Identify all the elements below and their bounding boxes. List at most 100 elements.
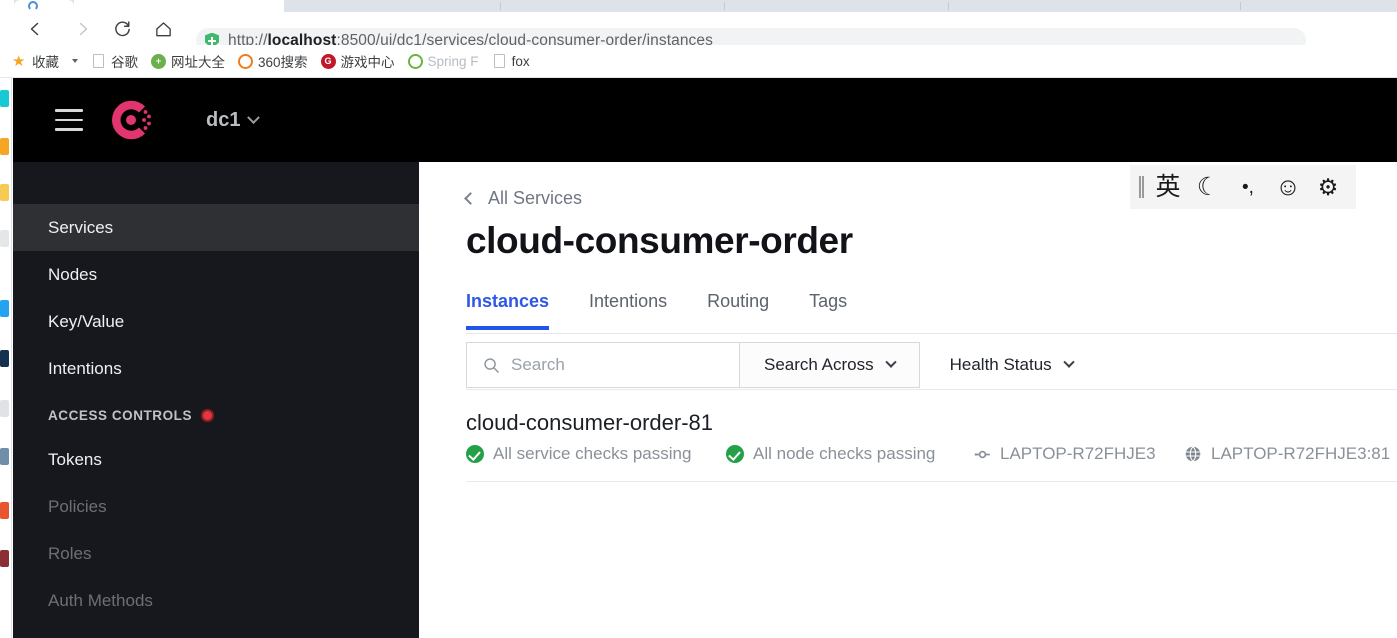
tab-label: Instances xyxy=(466,291,550,311)
search-input-placeholder: Search xyxy=(511,355,565,374)
game-center-icon: G xyxy=(320,53,336,69)
back-button[interactable] xyxy=(22,16,48,42)
bookmark-label: 360搜索 xyxy=(258,55,308,70)
bookmark-spring[interactable]: Spring F xyxy=(407,53,479,69)
datacenter-selector[interactable]: dc1 xyxy=(206,108,261,132)
page-icon xyxy=(93,54,104,68)
star-icon: ★ xyxy=(12,52,26,70)
sidebar-item-roles[interactable]: Roles xyxy=(13,530,419,577)
ime-language-toggle[interactable]: 英 xyxy=(1151,169,1185,205)
back-arrow-icon xyxy=(30,22,39,36)
sidebar-item-label: Intentions xyxy=(48,358,122,378)
instance-row[interactable]: cloud-consumer-order-81 All service chec… xyxy=(466,410,1397,482)
browser-side-panel[interactable] xyxy=(0,78,12,638)
sidebar-item-tokens[interactable]: Tokens xyxy=(13,436,419,483)
browser-tab-active[interactable] xyxy=(14,0,74,12)
tab-separator xyxy=(500,2,501,10)
bookmark-hao123[interactable]: + 网址大全 xyxy=(151,51,225,71)
page-icon xyxy=(493,54,505,68)
bookmark-360-search[interactable]: 360搜索 xyxy=(238,51,308,71)
instance-meta: All service checks passing All node chec… xyxy=(466,444,1397,464)
ime-toolbar: 英 ☾ •, ☺ ⚙ xyxy=(1130,165,1356,209)
bookmark-label: 收藏 xyxy=(32,55,59,70)
so360-icon xyxy=(238,53,253,69)
node-icon xyxy=(974,450,990,458)
health-status-dropdown[interactable]: Health Status xyxy=(920,342,1097,388)
sidebar-item-label: Nodes xyxy=(48,264,98,284)
side-panel-icon[interactable] xyxy=(0,448,9,465)
node-checks-status: All node checks passing xyxy=(726,444,974,464)
tab-separator xyxy=(724,2,725,10)
reload-arrow-icon xyxy=(114,20,130,36)
chevron-left-icon xyxy=(464,192,477,205)
instance-name[interactable]: cloud-consumer-order-81 xyxy=(466,410,1397,436)
sidebar-item-label: Tokens xyxy=(48,449,102,469)
search-across-dropdown[interactable]: Search Across xyxy=(740,342,920,388)
tab-separator xyxy=(1240,2,1241,10)
sidebar-item-services[interactable]: Services xyxy=(13,204,419,251)
tab-label: Routing xyxy=(707,291,770,311)
content-tabs: Instances Intentions Routing Tags xyxy=(466,280,1397,334)
reload-button[interactable] xyxy=(109,16,135,42)
sidebar-item-label: Roles xyxy=(48,543,92,563)
side-panel-icon[interactable] xyxy=(0,300,9,317)
tab-tags[interactable]: Tags xyxy=(809,286,847,330)
tab-intentions[interactable]: Intentions xyxy=(589,286,667,330)
ime-emoji-icon[interactable]: ☺ xyxy=(1271,169,1305,205)
side-panel-icon[interactable] xyxy=(0,400,9,417)
tab-routing[interactable]: Routing xyxy=(707,286,769,330)
sidebar-item-nodes[interactable]: Nodes xyxy=(13,251,419,298)
service-checks-label: All service checks passing xyxy=(493,444,692,463)
forward-button[interactable] xyxy=(70,16,96,42)
spring-leaf-icon xyxy=(407,53,423,69)
ime-moon-icon[interactable]: ☾ xyxy=(1191,169,1225,205)
sidebar-item-label: Auth Methods xyxy=(48,590,153,610)
browser-toolbar: http://localhost:8500/ui/dc1/services/cl… xyxy=(0,12,1397,53)
bookmark-google[interactable]: 谷歌 xyxy=(91,51,138,71)
side-panel-icon[interactable] xyxy=(0,184,9,201)
sidebar-item-key-value[interactable]: Key/Value xyxy=(13,298,419,345)
breadcrumb[interactable]: All Services xyxy=(464,188,582,209)
main-content: All Services cloud-consumer-order Instan… xyxy=(419,162,1397,638)
sidebar-item-label: Services xyxy=(48,217,114,237)
sidebar-item-policies[interactable]: Policies xyxy=(13,483,419,530)
hamburger-menu-icon[interactable] xyxy=(55,109,83,131)
side-panel-icon[interactable] xyxy=(0,350,9,367)
tab-strip-left-pad xyxy=(0,0,14,12)
sidebar-item-label: Policies xyxy=(48,496,107,516)
bookmarks-overflow-caret-icon[interactable] xyxy=(72,59,78,63)
ime-punctuation-toggle[interactable]: •, xyxy=(1231,169,1265,205)
side-panel-icon[interactable] xyxy=(0,550,9,567)
home-button[interactable] xyxy=(150,16,176,42)
datacenter-label: dc1 xyxy=(206,108,241,131)
sidebar-item-label: Key/Value xyxy=(48,311,125,331)
tab-favicon-icon xyxy=(28,1,38,11)
sidebar-item-intentions[interactable]: Intentions xyxy=(13,345,419,392)
sidebar-section-access-controls: ACCESS CONTROLS xyxy=(13,400,419,430)
bookmark-game-center[interactable]: G 游戏中心 xyxy=(320,51,395,71)
filter-bar: Search Search Across Health Status xyxy=(466,342,1397,390)
tab-strip-mid-pad xyxy=(74,0,284,12)
consul-logo-icon[interactable] xyxy=(108,97,154,143)
side-panel-icon[interactable] xyxy=(0,90,9,107)
ime-settings-icon[interactable]: ⚙ xyxy=(1311,169,1345,205)
bookmark-label: fox xyxy=(511,53,530,69)
instance-address: LAPTOP-R72FHJE3:81 xyxy=(1184,444,1390,464)
side-panel-icon[interactable] xyxy=(0,502,9,519)
bookmark-label: 游戏中心 xyxy=(340,55,395,70)
bookmarks-bar: ★ 收藏 谷歌 + 网址大全 360搜索 G 游戏中心 Spring F fox xyxy=(0,45,1397,78)
tab-instances[interactable]: Instances xyxy=(466,286,550,330)
bookmark-fox[interactable]: fox xyxy=(492,54,530,69)
sidebar-item-auth-methods[interactable]: Auth Methods xyxy=(13,577,419,624)
bookmark-label: 谷歌 xyxy=(111,55,138,70)
health-status-label: Health Status xyxy=(949,355,1052,374)
sidebar-section-label: ACCESS CONTROLS xyxy=(48,407,193,423)
search-icon xyxy=(484,357,499,373)
side-panel-icon[interactable] xyxy=(0,230,9,247)
red-status-dot-icon xyxy=(201,408,215,422)
bookmark-favorites[interactable]: ★ 收藏 xyxy=(12,51,59,71)
hao123-icon: + xyxy=(151,53,166,69)
drag-grip-icon[interactable] xyxy=(1138,176,1145,198)
search-input[interactable]: Search xyxy=(466,342,740,388)
side-panel-icon[interactable] xyxy=(0,138,9,155)
